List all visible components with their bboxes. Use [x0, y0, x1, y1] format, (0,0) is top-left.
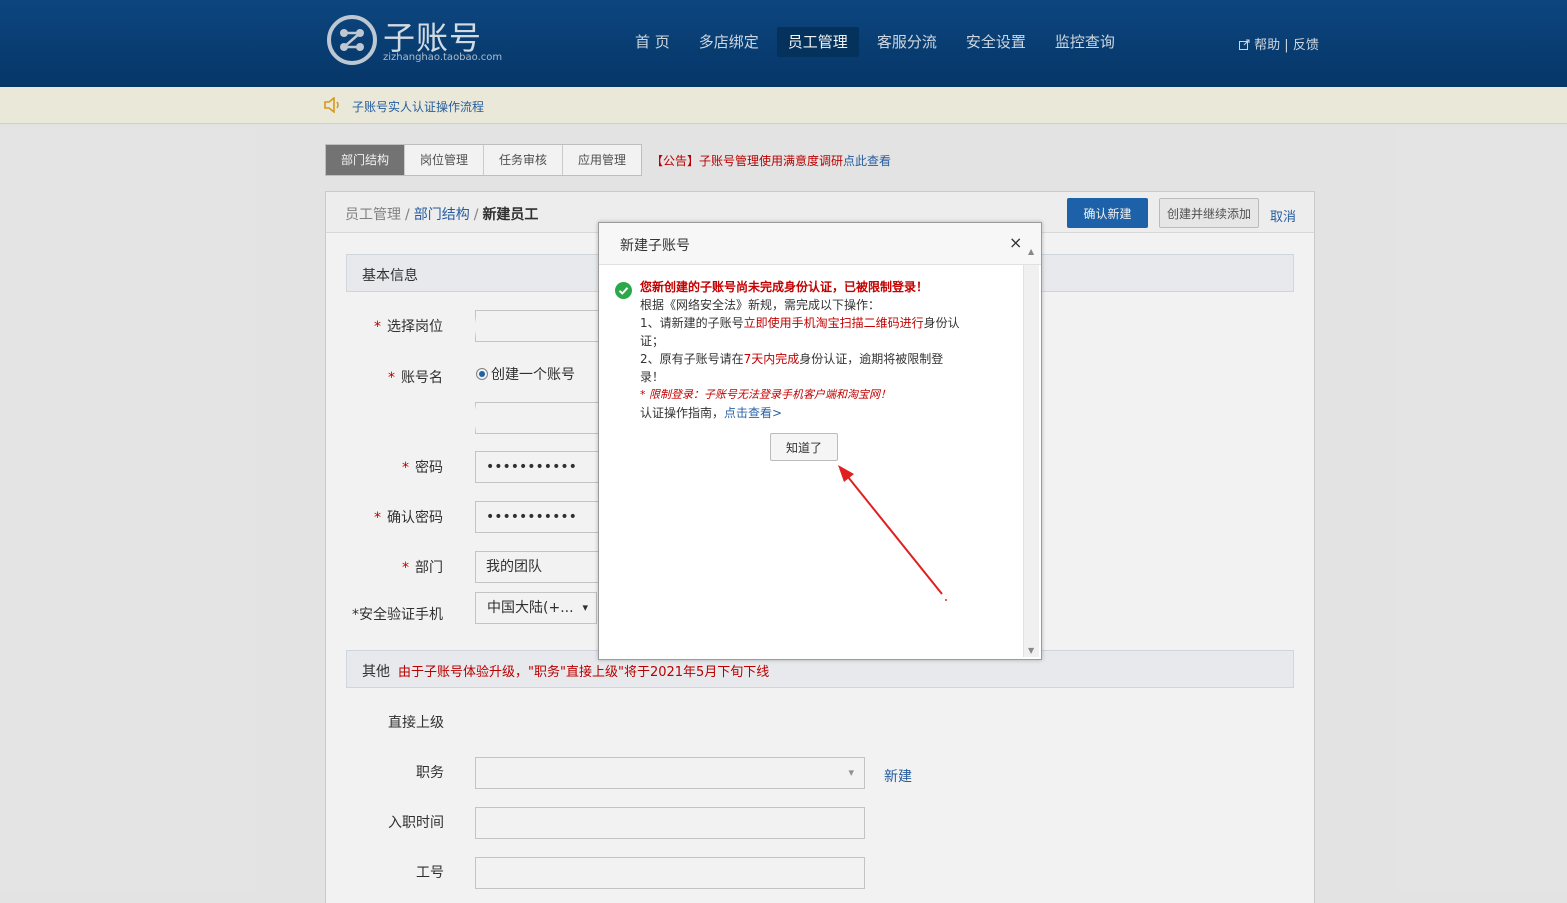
step-2-highlight: 7天内完成 [744, 352, 800, 366]
got-it-button[interactable]: 知道了 [770, 433, 838, 461]
guide-line: 认证操作指南，点击查看> [640, 404, 962, 422]
dialog-header: 新建子账号 × [599, 223, 1041, 265]
scroll-down-icon[interactable]: ▼ [1028, 646, 1034, 655]
restriction-note: * 限制登录：子账号无法登录手机客户端和淘宝网！ [640, 386, 962, 404]
scroll-up-icon[interactable]: ▲ [1028, 247, 1034, 256]
check-circle-icon [615, 282, 632, 299]
step-1: 1、请新建的子账号立即使用手机淘宝扫描二维码进行身份认证； [640, 314, 962, 350]
dialog-body: 您新创建的子账号尚未完成身份认证，已被限制登录！ 根据《网络安全法》新规，需完成… [640, 278, 962, 422]
guide-link[interactable]: 点击查看> [724, 406, 782, 420]
step-1-highlight: 立即使用手机淘宝扫描二维码进行 [744, 316, 924, 330]
dialog-title: 新建子账号 [620, 235, 690, 255]
step-2: 2、原有子账号请在7天内完成身份认证，逾期将被限制登录！ [640, 350, 962, 386]
restriction-warning: 您新创建的子账号尚未完成身份认证，已被限制登录！ [640, 278, 962, 296]
annotation-arrow-icon [834, 460, 954, 605]
close-icon[interactable]: × [1009, 233, 1022, 252]
new-subaccount-dialog: 新建子账号 × ▲ ▼ 您新创建的子账号尚未完成身份认证，已被限制登录！ 根据《… [598, 222, 1042, 660]
dialog-scrollbar[interactable]: ▲ ▼ [1023, 265, 1039, 657]
law-intro: 根据《网络安全法》新规，需完成以下操作： [640, 296, 962, 314]
